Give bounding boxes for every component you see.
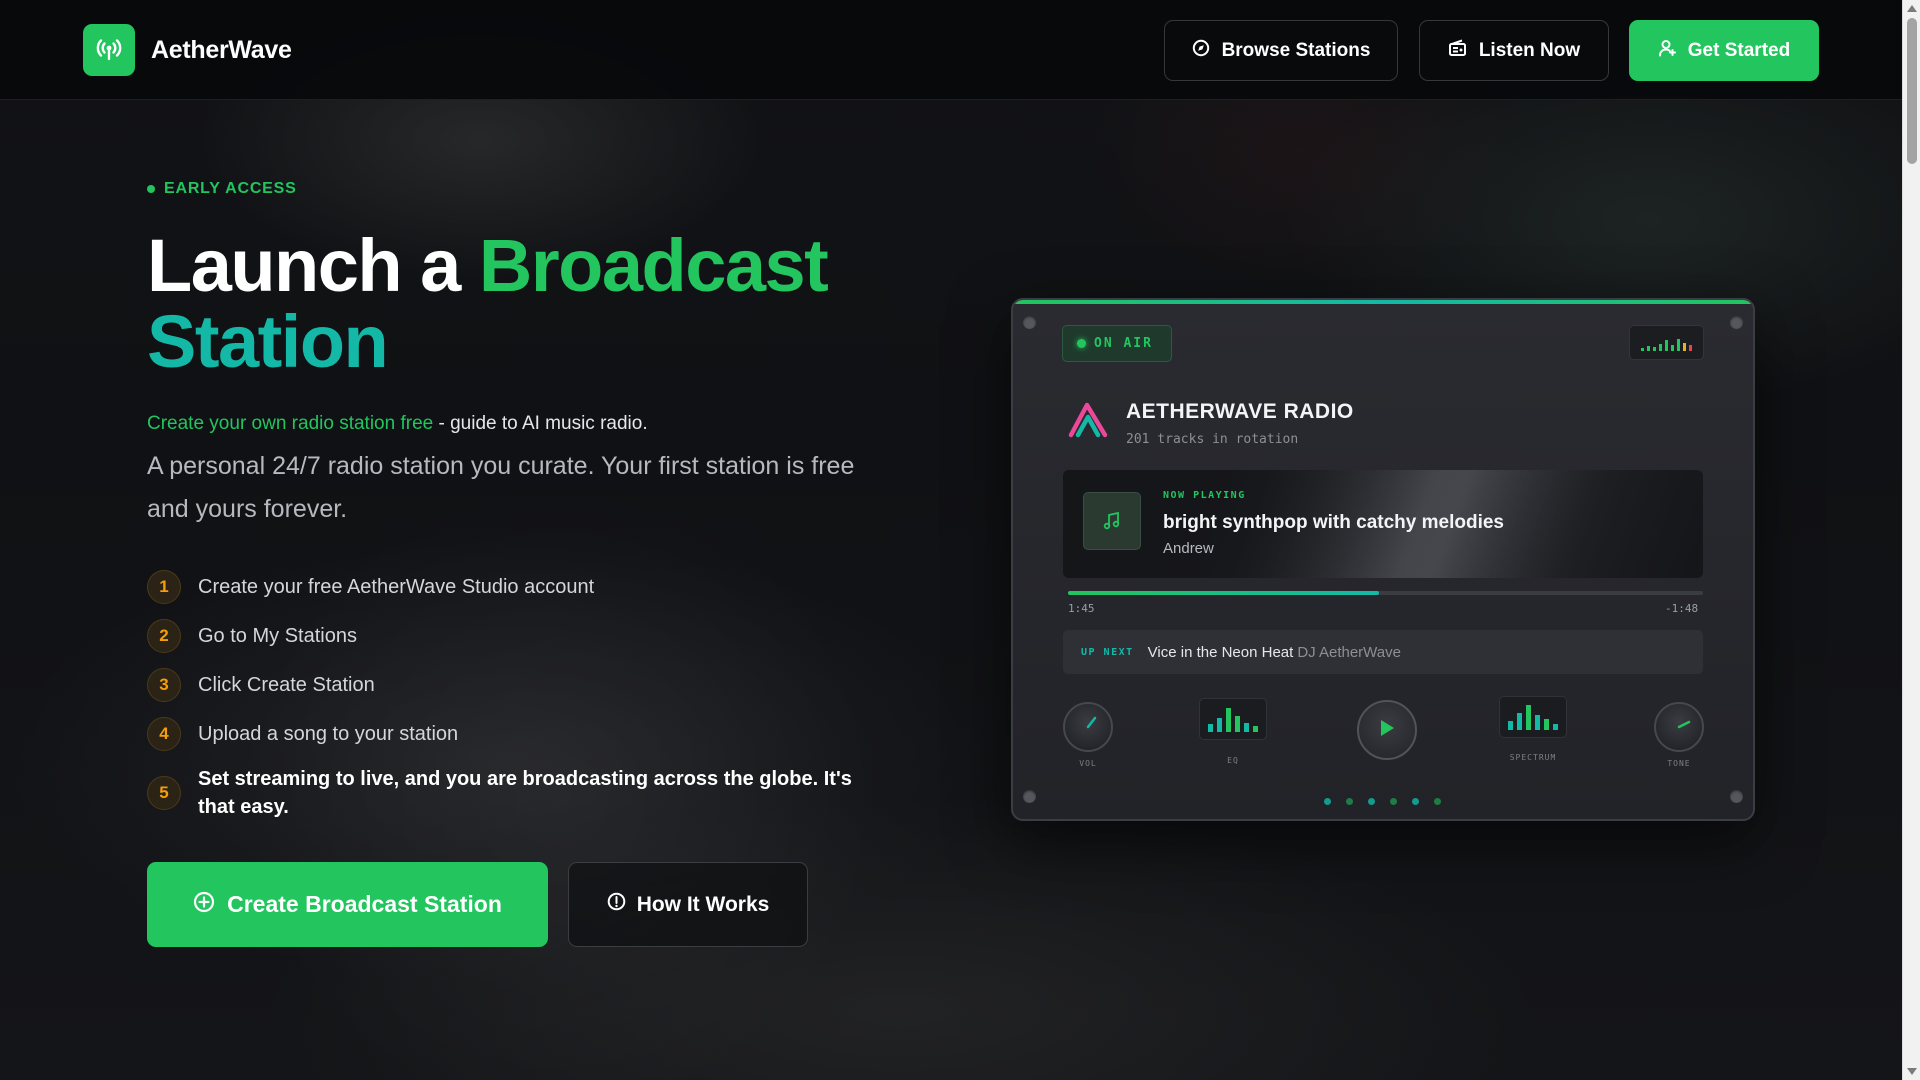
- step-number: 1: [147, 570, 181, 604]
- title-part-1: Launch a: [147, 224, 479, 307]
- early-access-badge: EARLY ACCESS: [147, 180, 887, 198]
- how-it-works-label: How It Works: [636, 892, 770, 916]
- lead-rest: - guide to AI music radio.: [433, 413, 648, 434]
- music-note-icon: [1083, 492, 1141, 550]
- live-dot-icon: [1077, 339, 1086, 348]
- radio-antenna-icon: [83, 24, 135, 76]
- listen-now-label: Listen Now: [1478, 39, 1581, 61]
- time-remaining: -1:48: [1665, 602, 1699, 615]
- radio-player-widget: ON AIR AETHERWAVE RADIO 201 tracks in ro…: [1011, 298, 1755, 821]
- screw-icon: [1023, 316, 1036, 329]
- now-playing-label: NOW PLAYING: [1163, 490, 1246, 501]
- step-item: 5 Set streaming to live, and you are bro…: [147, 765, 887, 821]
- indicator-dot: [1368, 798, 1375, 805]
- hero-description: A personal 24/7 radio station you curate…: [147, 452, 855, 523]
- scroll-thumb[interactable]: [1907, 18, 1917, 164]
- listen-now-button[interactable]: Listen Now: [1419, 20, 1609, 81]
- play-icon: [1378, 718, 1396, 743]
- step-number: 4: [147, 717, 181, 751]
- signal-meter-icon: [1629, 325, 1704, 360]
- get-started-label: Get Started: [1687, 39, 1791, 61]
- steps-list: 1 Create your free AetherWave Studio acc…: [147, 569, 887, 821]
- step-item: 3 Click Create Station: [147, 667, 887, 703]
- eq-label: EQ: [1227, 756, 1239, 765]
- vertical-scrollbar[interactable]: [1902, 0, 1920, 1080]
- hero-section: EARLY ACCESS Launch a Broadcast Station …: [147, 180, 887, 834]
- how-it-works-button[interactable]: How It Works: [568, 862, 808, 947]
- step-text: Go to My Stations: [198, 624, 357, 647]
- indicator-dot: [1324, 798, 1331, 805]
- scroll-down-arrow-icon[interactable]: [1907, 1068, 1917, 1075]
- up-next-label: UP NEXT: [1081, 646, 1134, 658]
- create-broadcast-station-button[interactable]: Create Broadcast Station: [147, 862, 548, 947]
- cta-row: Create Broadcast Station How It Works: [147, 862, 808, 947]
- step-text: Create your free AetherWave Studio accou…: [198, 575, 595, 598]
- time-elapsed: 1:45: [1068, 602, 1095, 615]
- create-broadcast-station-label: Create Broadcast Station: [227, 891, 502, 917]
- compass-icon: [1192, 39, 1210, 63]
- up-next-bar: UP NEXT Vice in the Neon Heat DJ AetherW…: [1063, 630, 1703, 674]
- badge-label: EARLY ACCESS: [164, 180, 297, 197]
- progress-fill: [1068, 591, 1380, 595]
- indicator-dot: [1390, 798, 1397, 805]
- station-track-count: 201 tracks in rotation: [1126, 432, 1299, 447]
- brand-name: AetherWave: [151, 35, 292, 64]
- indicator-dot: [1346, 798, 1353, 805]
- play-button[interactable]: [1357, 700, 1417, 760]
- radio-icon: [1448, 39, 1467, 63]
- create-station-link[interactable]: Create your own radio station free: [147, 413, 433, 434]
- tone-knob[interactable]: [1654, 702, 1704, 752]
- eq-display-icon[interactable]: [1199, 698, 1267, 740]
- screw-icon: [1023, 790, 1036, 803]
- browse-stations-button[interactable]: Browse Stations: [1164, 20, 1398, 81]
- plus-circle-icon: [193, 891, 215, 919]
- volume-knob[interactable]: [1063, 702, 1113, 752]
- browse-stations-label: Browse Stations: [1221, 39, 1371, 61]
- indicator-dots: [1324, 798, 1441, 805]
- step-number: 5: [147, 776, 181, 810]
- tone-label: TONE: [1667, 759, 1691, 768]
- indicator-dot: [1412, 798, 1419, 805]
- navbar: AetherWave Browse Stations Listen Now Ge…: [0, 0, 1902, 100]
- screw-icon: [1730, 316, 1743, 329]
- on-air-label: ON AIR: [1094, 336, 1153, 351]
- lead-text: Create your own radio station free - gui…: [147, 413, 887, 435]
- spectrum-label: SPECTRUM: [1509, 753, 1557, 762]
- scroll-up-arrow-icon[interactable]: [1907, 5, 1917, 12]
- info-circle-icon: [607, 892, 626, 917]
- page-title: Launch a Broadcast Station: [147, 228, 887, 380]
- step-text: Upload a song to your station: [198, 722, 459, 745]
- get-started-button[interactable]: Get Started: [1629, 20, 1819, 81]
- track-artist: Andrew: [1163, 540, 1214, 557]
- screw-icon: [1730, 790, 1743, 803]
- step-number: 3: [147, 668, 181, 702]
- step-item: 2 Go to My Stations: [147, 618, 887, 654]
- step-text: Set streaming to live, and you are broad…: [198, 768, 852, 818]
- title-part-3: Station: [147, 300, 389, 383]
- title-part-2: Broadcast: [478, 224, 829, 307]
- accent-line: [1013, 300, 1753, 304]
- step-number: 2: [147, 619, 181, 653]
- brand[interactable]: AetherWave: [83, 24, 292, 76]
- status-dot-icon: [147, 185, 155, 193]
- station-name: AETHERWAVE RADIO: [1126, 400, 1354, 423]
- step-text: Click Create Station: [198, 673, 375, 696]
- step-item: 1 Create your free AetherWave Studio acc…: [147, 569, 887, 605]
- track-title: bright synthpop with catchy melodies: [1163, 512, 1504, 533]
- user-icon: [1658, 39, 1676, 63]
- up-next-artist: DJ AetherWave: [1297, 643, 1401, 661]
- vol-label: VOL: [1079, 759, 1097, 768]
- up-next-title: Vice in the Neon Heat: [1147, 643, 1294, 661]
- spectrum-display-icon[interactable]: [1499, 696, 1567, 738]
- on-air-indicator: ON AIR: [1062, 325, 1172, 362]
- step-item: 4 Upload a song to your station: [147, 716, 887, 752]
- indicator-dot: [1434, 798, 1441, 805]
- now-playing-card: NOW PLAYING bright synthpop with catchy …: [1063, 470, 1703, 578]
- progress-bar[interactable]: [1068, 591, 1703, 595]
- aetherwave-logo-icon: [1067, 400, 1109, 443]
